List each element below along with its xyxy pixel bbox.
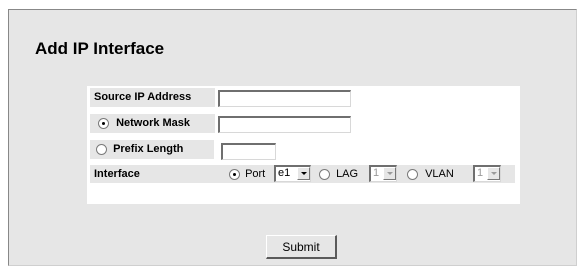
lag-label: LAG [336, 168, 359, 180]
network-mask-row: Network Mask [87, 112, 520, 138]
vlan-select[interactable]: 1 [473, 165, 501, 182]
vlan-radio[interactable] [407, 168, 418, 180]
lag-option: LAG [319, 168, 358, 180]
port-option: Port [229, 168, 265, 180]
port-select-value: e1 [278, 167, 291, 179]
chevron-down-icon [383, 167, 396, 180]
vlan-option: VLAN [407, 168, 454, 180]
lag-select[interactable]: 1 [369, 165, 397, 182]
prefix-length-label-cell: Prefix Length [90, 140, 214, 159]
page-title: Add IP Interface [35, 39, 165, 58]
content-panel: Add IP Interface Source IP Address Netwo… [8, 9, 577, 266]
submit-button[interactable]: Submit [266, 235, 337, 259]
vlan-label: VLAN [425, 168, 454, 180]
network-mask-label-cell: Network Mask [90, 114, 215, 133]
chevron-down-icon [487, 167, 500, 180]
lag-select-value: 1 [373, 167, 380, 179]
network-mask-input[interactable] [218, 116, 351, 133]
source-ip-row: Source IP Address [87, 86, 520, 112]
port-select[interactable]: e1 [274, 165, 311, 182]
prefix-length-input[interactable] [221, 143, 276, 160]
prefix-length-row: Prefix Length [87, 138, 520, 164]
port-label: Port [245, 168, 266, 180]
port-radio[interactable] [229, 168, 240, 180]
ip-interface-form: Source IP Address Network Mask Prefix Le… [87, 86, 520, 204]
prefix-length-radio[interactable] [96, 143, 107, 155]
lag-radio[interactable] [319, 168, 330, 180]
interface-row: Interface Port e1 LAG 1 VLAN 1 [87, 164, 520, 185]
network-mask-label: Network Mask [116, 117, 191, 129]
prefix-length-label: Prefix Length [113, 143, 184, 155]
vlan-select-value: 1 [477, 167, 484, 179]
network-mask-radio[interactable] [98, 117, 109, 129]
chevron-down-icon [297, 167, 310, 180]
interface-label: Interface [90, 165, 216, 183]
source-ip-label: Source IP Address [90, 88, 215, 107]
interface-options: Port e1 LAG 1 VLAN 1 [216, 165, 515, 183]
source-ip-input[interactable] [218, 90, 351, 107]
